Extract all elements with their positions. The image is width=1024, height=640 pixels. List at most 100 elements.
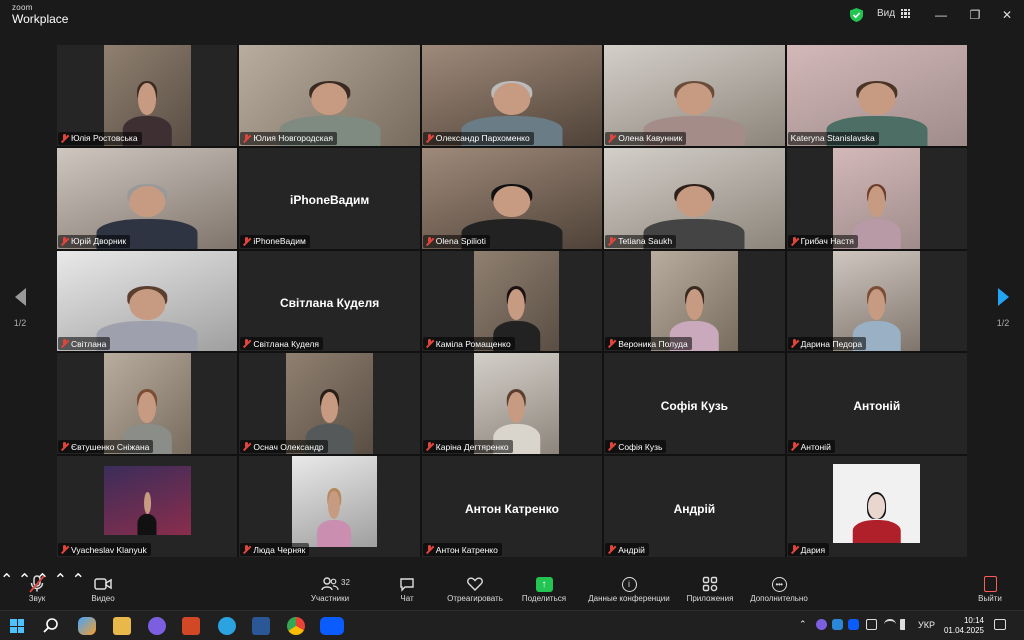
react-button[interactable]: Отреагировать — [442, 574, 508, 603]
participant-name: Каріна Дегтяренко — [435, 441, 509, 452]
chat-label: Чат — [400, 594, 414, 603]
minimize-button[interactable]: — — [932, 6, 950, 24]
mic-muted-icon — [791, 545, 798, 554]
mic-muted-icon — [61, 133, 68, 143]
wifi-icon[interactable] — [884, 619, 896, 630]
participant-name: Грибач Настя — [800, 236, 854, 247]
participant-label: Софія Кузь — [605, 440, 667, 454]
meeting-toolbar: Звук ⌃ Видео ⌃ Участники 32 ⌃ Чат ⌃ Отре… — [0, 570, 1024, 610]
participant-tile[interactable]: Євтушенко Сніжана — [57, 353, 238, 455]
more-button[interactable]: ••• Дополнительно — [744, 574, 814, 603]
meeting-info-button[interactable]: i Данные конференции — [582, 574, 676, 603]
participant-tile[interactable]: Софія Кузь Софія Кузь — [604, 353, 785, 455]
participant-tile[interactable]: Vyacheslav Klanyuk — [57, 456, 238, 557]
windows-start-icon[interactable] — [10, 619, 24, 633]
next-page-button[interactable]: 1/2 — [988, 288, 1018, 328]
audio-button[interactable]: Звук — [22, 574, 52, 603]
mic-muted-icon — [61, 545, 68, 554]
clock-time: 10:14 — [963, 616, 984, 625]
participant-label: iPhoneВадим — [240, 234, 310, 248]
participant-label: Vyacheslav Klanyuk — [58, 543, 151, 556]
viber-icon[interactable] — [148, 617, 166, 635]
participant-tile[interactable]: Оснач Олександр — [239, 353, 420, 455]
participant-tile[interactable]: Юлія Ростовська — [57, 45, 238, 146]
participant-video — [786, 45, 967, 146]
participant-label: Євтушенко Сніжана — [58, 440, 154, 454]
leave-button[interactable]: Выйти — [974, 574, 1006, 603]
participant-tile[interactable]: Olena Spilioti — [421, 147, 603, 249]
search-icon[interactable] — [42, 617, 60, 635]
shield-check-icon[interactable] — [850, 8, 863, 22]
mic-muted-icon — [426, 442, 433, 451]
participant-name: Юлія Ростовська — [71, 133, 138, 144]
participant-tile[interactable]: Світлана Куделя Світлана Куделя — [239, 250, 420, 352]
mic-muted-icon — [61, 236, 68, 246]
participant-tile[interactable]: Дария — [786, 456, 967, 557]
tray-app-icon[interactable] — [832, 619, 843, 630]
participant-tile[interactable]: Світлана — [57, 250, 238, 352]
participant-label: Вероника Полуда — [605, 337, 692, 351]
chevron-right-icon — [997, 288, 1009, 306]
zoom-tray-icon[interactable] — [848, 619, 859, 630]
mic-muted-icon — [608, 545, 615, 554]
view-button[interactable]: Вид — [877, 8, 911, 19]
participant-tile[interactable]: Юлия Новгородская — [239, 45, 420, 146]
react-options-chevron-icon[interactable]: ⌃ — [71, 572, 84, 589]
participant-label: Люда Черняк — [240, 543, 310, 556]
participant-tile[interactable]: Юрій Дворник — [57, 147, 238, 249]
apps-button[interactable]: Приложения — [682, 574, 738, 603]
participant-tile[interactable]: iPhoneВадим iPhoneВадим — [239, 147, 420, 249]
speaker-icon[interactable] — [900, 619, 911, 630]
mic-muted-icon — [61, 442, 68, 451]
participant-tile[interactable]: Олександр Пархоменко — [421, 45, 603, 146]
chat-button[interactable]: Чат — [394, 574, 420, 603]
participant-name: Tetiana Saukh — [618, 236, 673, 247]
participant-tile[interactable]: Дарина Педора — [786, 250, 967, 352]
powerpoint-icon[interactable] — [182, 617, 200, 635]
participant-tile[interactable]: Каміла Ромащенко — [421, 250, 603, 352]
video-button[interactable]: Видео — [86, 574, 120, 603]
telegram-icon[interactable] — [218, 617, 236, 635]
participant-tile[interactable]: Олена Кавунник — [604, 45, 785, 146]
participant-tile[interactable]: Грибач Настя — [786, 147, 967, 249]
react-label: Отреагировать — [447, 594, 503, 603]
video-gallery: Юлія Ростовська Юлия Новгородская Олекса… — [57, 45, 967, 557]
restore-button[interactable]: ❐ — [966, 6, 984, 24]
previous-page-button[interactable]: 1/2 — [5, 288, 35, 328]
display-tray-icon[interactable] — [866, 619, 877, 630]
mic-muted-icon — [426, 545, 433, 554]
zoom-taskbar-icon[interactable] — [320, 617, 344, 635]
mic-muted-icon — [426, 236, 433, 246]
participant-tile[interactable]: Андрій Андрій — [604, 456, 785, 557]
copilot-icon[interactable] — [78, 617, 96, 635]
close-button[interactable]: ✕ — [998, 6, 1016, 24]
input-language[interactable]: УКР — [918, 620, 935, 630]
word-icon[interactable] — [252, 617, 270, 635]
participant-tile[interactable]: Антоній Антоній — [786, 353, 967, 455]
participant-video — [103, 466, 191, 535]
audio-options-chevron-icon[interactable]: ⌃ — [0, 572, 13, 589]
audio-label: Звук — [28, 594, 46, 603]
share-button[interactable]: ↑ Поделиться — [518, 574, 570, 603]
participant-tile[interactable]: Антон Катренко Антон Катренко — [421, 456, 603, 557]
file-explorer-icon[interactable] — [113, 617, 131, 635]
participant-video — [239, 45, 420, 146]
notification-icon[interactable] — [994, 619, 1006, 630]
chat-options-chevron-icon[interactable]: ⌃ — [54, 572, 67, 589]
mic-muted-icon — [243, 545, 250, 554]
participant-tile[interactable]: Люда Черняк — [239, 456, 420, 557]
mic-muted-icon — [243, 133, 250, 143]
system-clock[interactable]: 10:14 01.04.2025 — [944, 616, 984, 637]
chrome-icon[interactable] — [287, 617, 305, 635]
viber-tray-icon[interactable] — [816, 619, 827, 630]
participant-tile[interactable]: Вероника Полуда — [604, 250, 785, 352]
participant-tile-active-speaker[interactable]: Kateryna Stanislavska — [786, 45, 967, 146]
participant-name: Антон Катренко — [435, 544, 498, 555]
chevron-up-icon[interactable]: ⌃ — [799, 619, 807, 630]
page-indicator-right: 1/2 — [996, 318, 1010, 328]
mic-muted-icon — [791, 442, 798, 451]
participant-name: Юлия Новгородская — [253, 133, 334, 144]
mic-muted-icon — [791, 339, 798, 348]
participant-tile[interactable]: Tetiana Saukh — [604, 147, 785, 249]
participant-tile[interactable]: Каріна Дегтяренко — [421, 353, 603, 455]
